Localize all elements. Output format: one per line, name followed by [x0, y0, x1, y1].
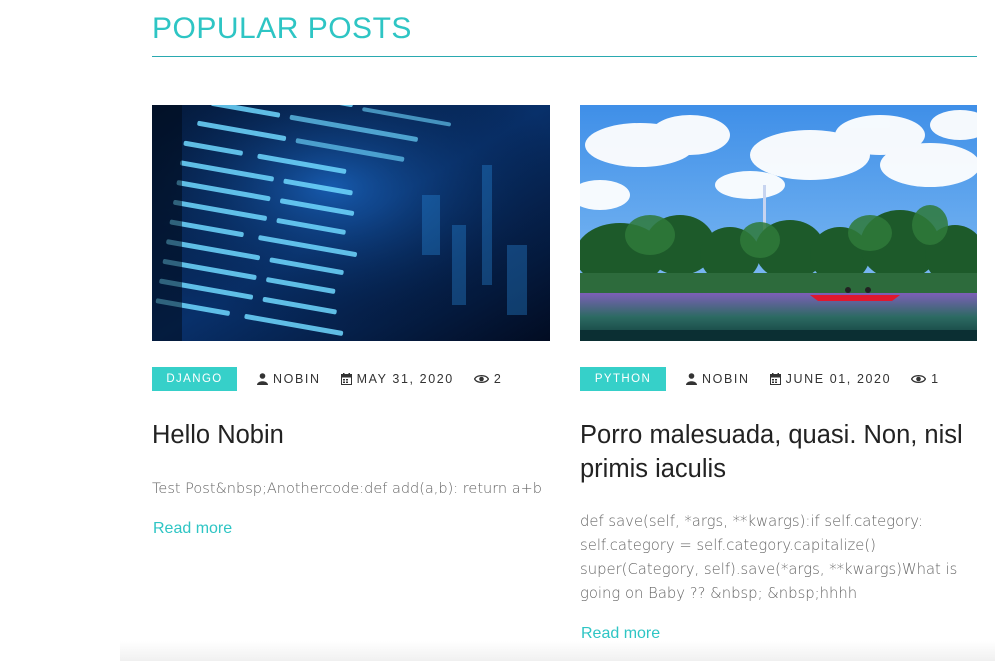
author-meta[interactable]: NOBIN [686, 372, 750, 386]
eye-icon [473, 374, 489, 384]
post-card: DJANGO NOBIN MAY 31, 2020 2 Hello Nobin … [152, 105, 550, 537]
author-name: NOBIN [702, 372, 750, 386]
views-meta: 1 [911, 372, 940, 386]
category-badge[interactable]: PYTHON [580, 367, 666, 391]
calendar-icon [769, 373, 781, 385]
post-date: MAY 31, 2020 [356, 372, 454, 386]
post-thumbnail-code-screen[interactable] [152, 105, 550, 341]
post-title[interactable]: Hello Nobin [152, 418, 550, 452]
post-meta: DJANGO NOBIN MAY 31, 2020 2 [152, 367, 502, 391]
read-more-link[interactable]: Read more [153, 520, 232, 538]
view-count: 2 [493, 372, 503, 386]
author-meta[interactable]: NOBIN [257, 372, 321, 386]
date-meta: JUNE 01, 2020 [769, 372, 892, 386]
author-name: NOBIN [273, 372, 321, 386]
eye-icon [911, 374, 927, 384]
bottom-shadow [120, 641, 995, 661]
calendar-icon [340, 373, 352, 385]
post-excerpt: Test Post&nbsp;Anothercode:def add(a,b):… [152, 481, 542, 497]
post-date: JUNE 01, 2020 [785, 372, 892, 386]
title-divider [152, 56, 977, 57]
user-icon [257, 373, 268, 385]
post-excerpt: def save(self, *args, **kwargs):if self.… [580, 513, 958, 602]
section-title: POPULAR POSTS [152, 12, 412, 45]
post-thumbnail-lake-landscape[interactable] [580, 105, 977, 341]
views-meta: 2 [473, 372, 503, 386]
post-card: PYTHON NOBIN JUNE 01, 2020 1 Porro males… [580, 105, 977, 642]
post-meta: PYTHON NOBIN JUNE 01, 2020 1 [580, 367, 940, 391]
post-title[interactable]: Porro malesuada, quasi. Non, nisl primis… [580, 418, 977, 486]
date-meta: MAY 31, 2020 [340, 372, 454, 386]
view-count: 1 [931, 372, 940, 386]
category-badge[interactable]: DJANGO [152, 367, 237, 391]
user-icon [686, 373, 697, 385]
